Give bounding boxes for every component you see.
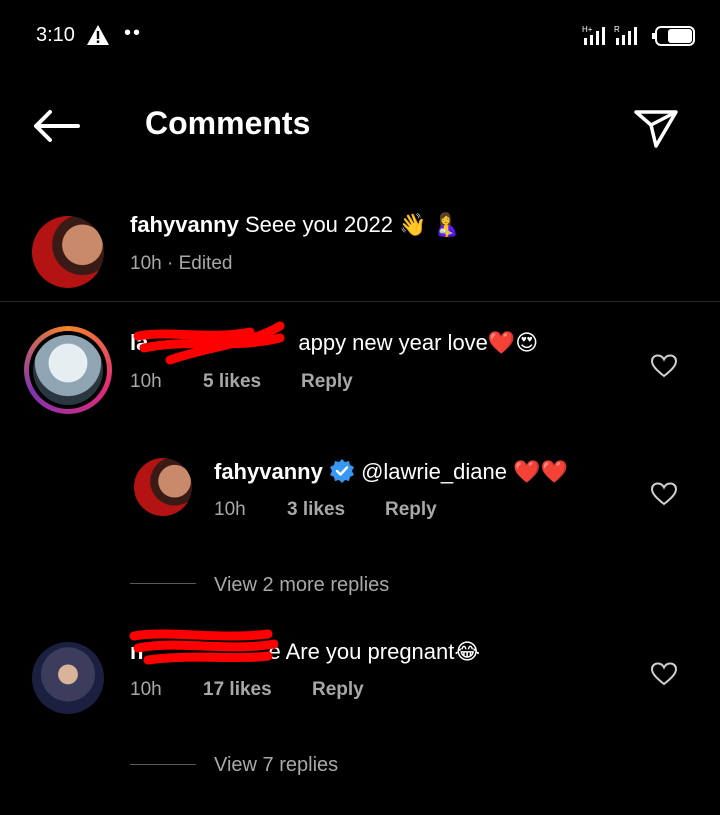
caption-edited: Edited [178, 253, 233, 274]
like-heart-icon[interactable] [651, 354, 677, 378]
back-arrow-icon[interactable] [32, 108, 80, 144]
signal-icon-2: R [614, 25, 637, 45]
warning-icon [87, 25, 109, 45]
comment-text: e Are you pregnant😂 [268, 639, 481, 664]
verified-badge-icon [329, 459, 354, 483]
caption-time: 10h [130, 253, 162, 274]
reply-meta: 10h 3 likes Reply [214, 499, 437, 521]
notification-dots: •• [124, 22, 143, 44]
caption-line: fahyvanny Seee you 2022 👋 🤱 [130, 212, 460, 238]
signal-icon: H+ [582, 25, 605, 45]
status-time: 3:10 [36, 24, 75, 46]
like-heart-icon[interactable] [651, 662, 677, 686]
caption-username[interactable]: fahyvanny [130, 212, 239, 237]
reply-line: fahyvanny @lawrie_diane ❤️❤️ [214, 458, 568, 485]
comment-avatar[interactable] [24, 326, 112, 414]
view-more-replies[interactable]: View 2 more replies [214, 574, 389, 597]
reply-username[interactable]: fahyvanny [214, 459, 323, 484]
caption-divider [0, 301, 720, 302]
comment-likes[interactable]: 5 likes [203, 371, 261, 393]
caption-text: Seee you 2022 👋 🤱 [244, 212, 460, 237]
reply-avatar[interactable] [134, 458, 192, 516]
battery-icon [652, 26, 695, 46]
reply-text: @lawrie_diane ❤️❤️ [361, 459, 568, 484]
reply-time: 10h [214, 499, 246, 520]
page-title: Comments [145, 105, 311, 141]
comment-avatar[interactable] [32, 642, 104, 714]
svg-text:R: R [614, 25, 620, 34]
like-heart-icon[interactable] [651, 482, 677, 506]
comment-text: appy new year love❤️😍 [298, 330, 539, 355]
caption-meta: 10h · Edited [130, 253, 233, 274]
comment-likes[interactable]: 17 likes [203, 679, 272, 701]
redaction-scribble [129, 629, 278, 665]
reply-reply-button[interactable]: Reply [385, 499, 437, 521]
send-icon[interactable] [632, 106, 680, 150]
comment-meta: 10h 5 likes Reply [130, 371, 353, 393]
redaction-scribble [133, 321, 285, 365]
comment-time: 10h [130, 679, 162, 700]
comment-time: 10h [130, 371, 162, 392]
caption-avatar[interactable] [32, 216, 104, 288]
comment-meta: 10h 17 likes Reply [130, 679, 364, 701]
view-replies[interactable]: View 7 replies [214, 754, 338, 777]
reply-button[interactable]: Reply [301, 371, 353, 393]
replies-divider-line [130, 764, 196, 765]
reply-likes[interactable]: 3 likes [287, 499, 345, 521]
replies-divider-line [130, 583, 196, 584]
svg-text:H+: H+ [582, 25, 593, 34]
reply-button[interactable]: Reply [312, 679, 364, 701]
